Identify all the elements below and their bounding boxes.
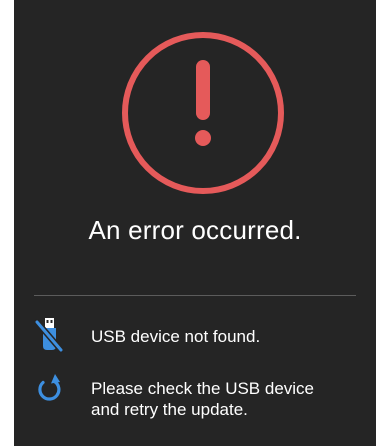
error-title: An error occurred. <box>88 215 302 245</box>
message-check-retry: Please check the USB device and retry th… <box>34 368 364 420</box>
message-text: USB device not found. <box>91 316 260 347</box>
message-line: and retry the update. <box>91 400 248 419</box>
message-text: Please check the USB device and retry th… <box>91 368 314 420</box>
error-screen: An error occurred. USB device not found. <box>14 0 376 446</box>
divider <box>34 295 356 296</box>
message-usb-not-found: USB device not found. <box>34 316 364 354</box>
usb-off-icon <box>34 316 64 354</box>
message-line: USB device not found. <box>91 327 261 346</box>
retry-icon <box>34 368 64 406</box>
message-line: Please check the USB device <box>91 379 315 398</box>
alert-circle-icon <box>122 32 284 194</box>
